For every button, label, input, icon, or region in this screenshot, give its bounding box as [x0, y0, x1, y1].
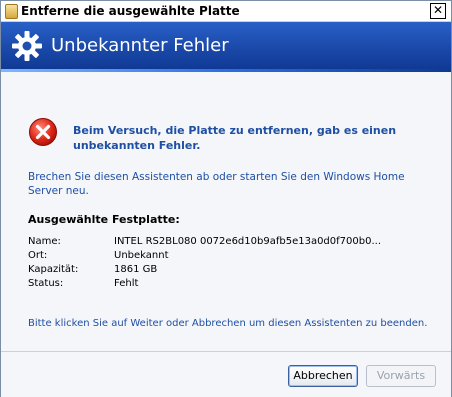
disk-details: Name: INTEL RS2BL080 0072e6d10b9afb5e13a…	[28, 235, 381, 291]
wizard-header: Unbekannter Fehler	[1, 22, 451, 72]
header-accent	[1, 69, 451, 72]
app-icon	[5, 4, 18, 19]
next-button[interactable]: Vorwärts	[366, 365, 436, 387]
close-button[interactable]: ✕	[430, 3, 446, 19]
detail-label: Status:	[28, 278, 64, 289]
gear-icon	[12, 31, 42, 61]
error-icon	[29, 118, 57, 146]
info-text: Brechen Sie diesen Assistenten ab oder s…	[28, 171, 405, 197]
detail-row: Status: Fehlt	[28, 277, 381, 291]
detail-value: 1861 GB	[114, 264, 158, 275]
wizard-window: Entferne die ausgewählte Platte ✕ Unbeka…	[0, 0, 452, 397]
error-message: Beim Versuch, die Platte zu entfernen, g…	[73, 124, 397, 152]
page-title: Unbekannter Fehler	[51, 35, 229, 56]
detail-row: Kapazität: 1861 GB	[28, 263, 381, 277]
detail-row: Name: INTEL RS2BL080 0072e6d10b9afb5e13a…	[28, 235, 381, 249]
button-bar: Abbrechen Vorwärts	[1, 351, 451, 397]
content-area: Beim Versuch, die Platte zu entfernen, g…	[1, 75, 451, 351]
detail-value: INTEL RS2BL080 0072e6d10b9afb5e13a0d0f70…	[114, 236, 381, 247]
footer-instructions: Bitte klicken Sie auf Weiter oder Abbrec…	[28, 318, 428, 329]
detail-value: Unbekannt	[114, 250, 169, 261]
window-title: Entferne die ausgewählte Platte	[21, 4, 240, 18]
detail-value: Fehlt	[114, 278, 139, 289]
cancel-button[interactable]: Abbrechen	[288, 365, 358, 387]
detail-label: Ort:	[28, 250, 48, 261]
detail-label: Kapazität:	[28, 264, 79, 275]
detail-row: Ort: Unbekannt	[28, 249, 381, 263]
title-bar: Entferne die ausgewählte Platte ✕	[1, 1, 451, 22]
selected-disk-heading: Ausgewählte Festplatte:	[28, 213, 180, 226]
detail-label: Name:	[28, 236, 61, 247]
